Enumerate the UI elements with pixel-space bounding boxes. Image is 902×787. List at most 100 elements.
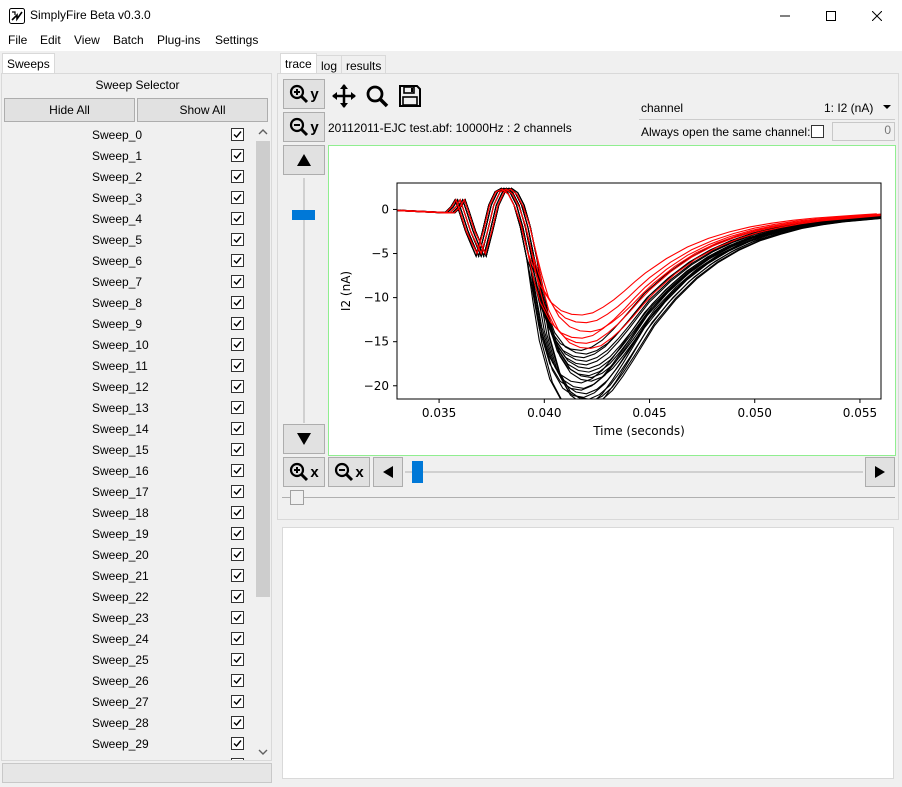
sweep-checkbox[interactable] xyxy=(231,212,244,225)
sweep-checkbox[interactable] xyxy=(231,464,244,477)
channel-select[interactable]: 1: I2 (nA) xyxy=(824,101,873,115)
sweep-checkbox[interactable] xyxy=(231,191,244,204)
sweep-checkbox[interactable] xyxy=(231,569,244,582)
scroll-down-y-button[interactable] xyxy=(283,424,325,454)
x-axis-label: Time (seconds) xyxy=(592,424,685,438)
sweep-checkbox[interactable] xyxy=(231,716,244,729)
tab-log[interactable]: log xyxy=(316,55,343,74)
sweep-checkbox[interactable] xyxy=(231,170,244,183)
sweep-checkbox[interactable] xyxy=(231,632,244,645)
sweep-checkbox[interactable] xyxy=(231,758,244,760)
sweep-label: Sweep_28 xyxy=(92,716,149,730)
sweep-row: Sweep_16 xyxy=(6,461,253,482)
left-horizontal-scrollbar[interactable] xyxy=(2,763,272,783)
menu-batch[interactable]: Batch xyxy=(113,33,144,47)
sweep-checkbox[interactable] xyxy=(231,485,244,498)
pan-button[interactable] xyxy=(329,81,359,111)
zoom-in-y-label: y xyxy=(310,85,319,103)
sweep-row: Sweep_28 xyxy=(6,713,253,734)
sweep-checkbox[interactable] xyxy=(231,506,244,519)
x-tick-label: 0.055 xyxy=(843,406,877,420)
close-icon xyxy=(872,10,882,21)
y-slider-thumb[interactable] xyxy=(292,210,315,220)
sweep-checkbox[interactable] xyxy=(231,527,244,540)
sweep-checkbox[interactable] xyxy=(231,548,244,561)
scroll-up-icon[interactable] xyxy=(258,128,268,136)
app-icon xyxy=(9,8,25,24)
scroll-down-icon[interactable] xyxy=(258,748,268,756)
sweep-row: Sweep_12 xyxy=(6,377,253,398)
y-tick-label: −5 xyxy=(371,247,389,261)
menu-settings[interactable]: Settings xyxy=(215,33,258,47)
zoom-in-y-button[interactable]: y xyxy=(283,79,325,109)
sweep-label: Sweep_25 xyxy=(92,653,149,667)
tab-results[interactable]: results xyxy=(341,55,387,74)
minimize-button[interactable] xyxy=(762,0,808,31)
scroll-right-x-button[interactable] xyxy=(865,457,895,487)
x-slider-track[interactable] xyxy=(405,471,863,473)
sweep-row-partial xyxy=(6,755,253,760)
sweep-checkbox[interactable] xyxy=(231,128,244,141)
sweep-label: Sweep_14 xyxy=(92,422,149,436)
sweep-checkbox[interactable] xyxy=(231,233,244,246)
always-open-checkbox[interactable] xyxy=(811,125,824,138)
scrollbar-thumb[interactable] xyxy=(256,141,270,597)
zoom-in-x-button[interactable]: x xyxy=(283,457,325,487)
menu-plugins[interactable]: Plug-ins xyxy=(157,33,200,47)
sweep-row: Sweep_13 xyxy=(6,398,253,419)
sweep-checkbox[interactable] xyxy=(231,695,244,708)
panel-split-handle[interactable] xyxy=(290,490,304,505)
sweep-label: Sweep_27 xyxy=(92,695,149,709)
zoom-out-x-button[interactable]: x xyxy=(328,457,370,487)
sweep-label: Sweep_17 xyxy=(92,485,149,499)
always-open-label: Always open the same channel: xyxy=(641,125,811,139)
sweep-row: Sweep_11 xyxy=(6,356,253,377)
zoom-in-icon xyxy=(290,462,309,482)
save-figure-button[interactable] xyxy=(395,81,425,111)
panel-split-track[interactable] xyxy=(282,497,895,498)
y-tick-label: 0 xyxy=(381,202,389,216)
sweep-checkbox[interactable] xyxy=(231,380,244,393)
zoom-rect-button[interactable] xyxy=(362,81,392,111)
x-slider-thumb[interactable] xyxy=(412,461,423,483)
maximize-button[interactable] xyxy=(808,0,854,31)
menu-edit[interactable]: Edit xyxy=(40,33,61,47)
sweep-checkbox[interactable] xyxy=(231,737,244,750)
sweep-checkbox[interactable] xyxy=(231,338,244,351)
sweep-label: Sweep_7 xyxy=(92,275,143,289)
sweep-checkbox[interactable] xyxy=(231,422,244,435)
zoom-out-y-button[interactable]: y xyxy=(283,112,325,142)
show-all-button[interactable]: Show All xyxy=(137,98,268,122)
menu-file[interactable]: File xyxy=(8,33,27,47)
hide-all-button[interactable]: Hide All xyxy=(4,98,135,122)
sweep-label: Sweep_13 xyxy=(92,401,149,415)
sweep-checkbox[interactable] xyxy=(231,317,244,330)
sweep-list-scrollbar[interactable] xyxy=(255,124,271,760)
sweep-checkbox[interactable] xyxy=(231,296,244,309)
sweep-checkbox[interactable] xyxy=(231,674,244,687)
trace-chart[interactable]: 0.035 0.040 0.045 0.050 0.055 0 −5 −10 −15 −20 Tim… xyxy=(329,146,895,455)
chevron-down-icon[interactable] xyxy=(882,103,892,111)
scroll-left-x-button[interactable] xyxy=(373,457,403,487)
sweep-row: Sweep_9 xyxy=(6,314,253,335)
sweep-row: Sweep_25 xyxy=(6,650,253,671)
close-button[interactable] xyxy=(854,0,900,31)
zoom-out-icon xyxy=(290,117,309,137)
channel-index-input[interactable]: 0 xyxy=(832,122,895,141)
sweep-checkbox[interactable] xyxy=(231,611,244,624)
zoom-out-y-label: y xyxy=(310,118,319,136)
sweep-checkbox[interactable] xyxy=(231,443,244,456)
sweep-checkbox[interactable] xyxy=(231,653,244,666)
sweep-label: Sweep_8 xyxy=(92,296,143,310)
sweep-checkbox[interactable] xyxy=(231,149,244,162)
scroll-up-y-button[interactable] xyxy=(283,145,325,175)
menu-view[interactable]: View xyxy=(74,33,100,47)
sweep-checkbox[interactable] xyxy=(231,275,244,288)
sweep-checkbox[interactable] xyxy=(231,590,244,603)
sweep-checkbox[interactable] xyxy=(231,359,244,372)
sweep-row: Sweep_7 xyxy=(6,272,253,293)
sweep-checkbox[interactable] xyxy=(231,401,244,414)
menu-bar: File Edit View Batch Plug-ins Settings xyxy=(0,31,902,51)
sweep-checkbox[interactable] xyxy=(231,254,244,267)
trace-plot[interactable]: 0.035 0.040 0.045 0.050 0.055 0 −5 −10 −15 −20 Tim… xyxy=(328,145,896,456)
